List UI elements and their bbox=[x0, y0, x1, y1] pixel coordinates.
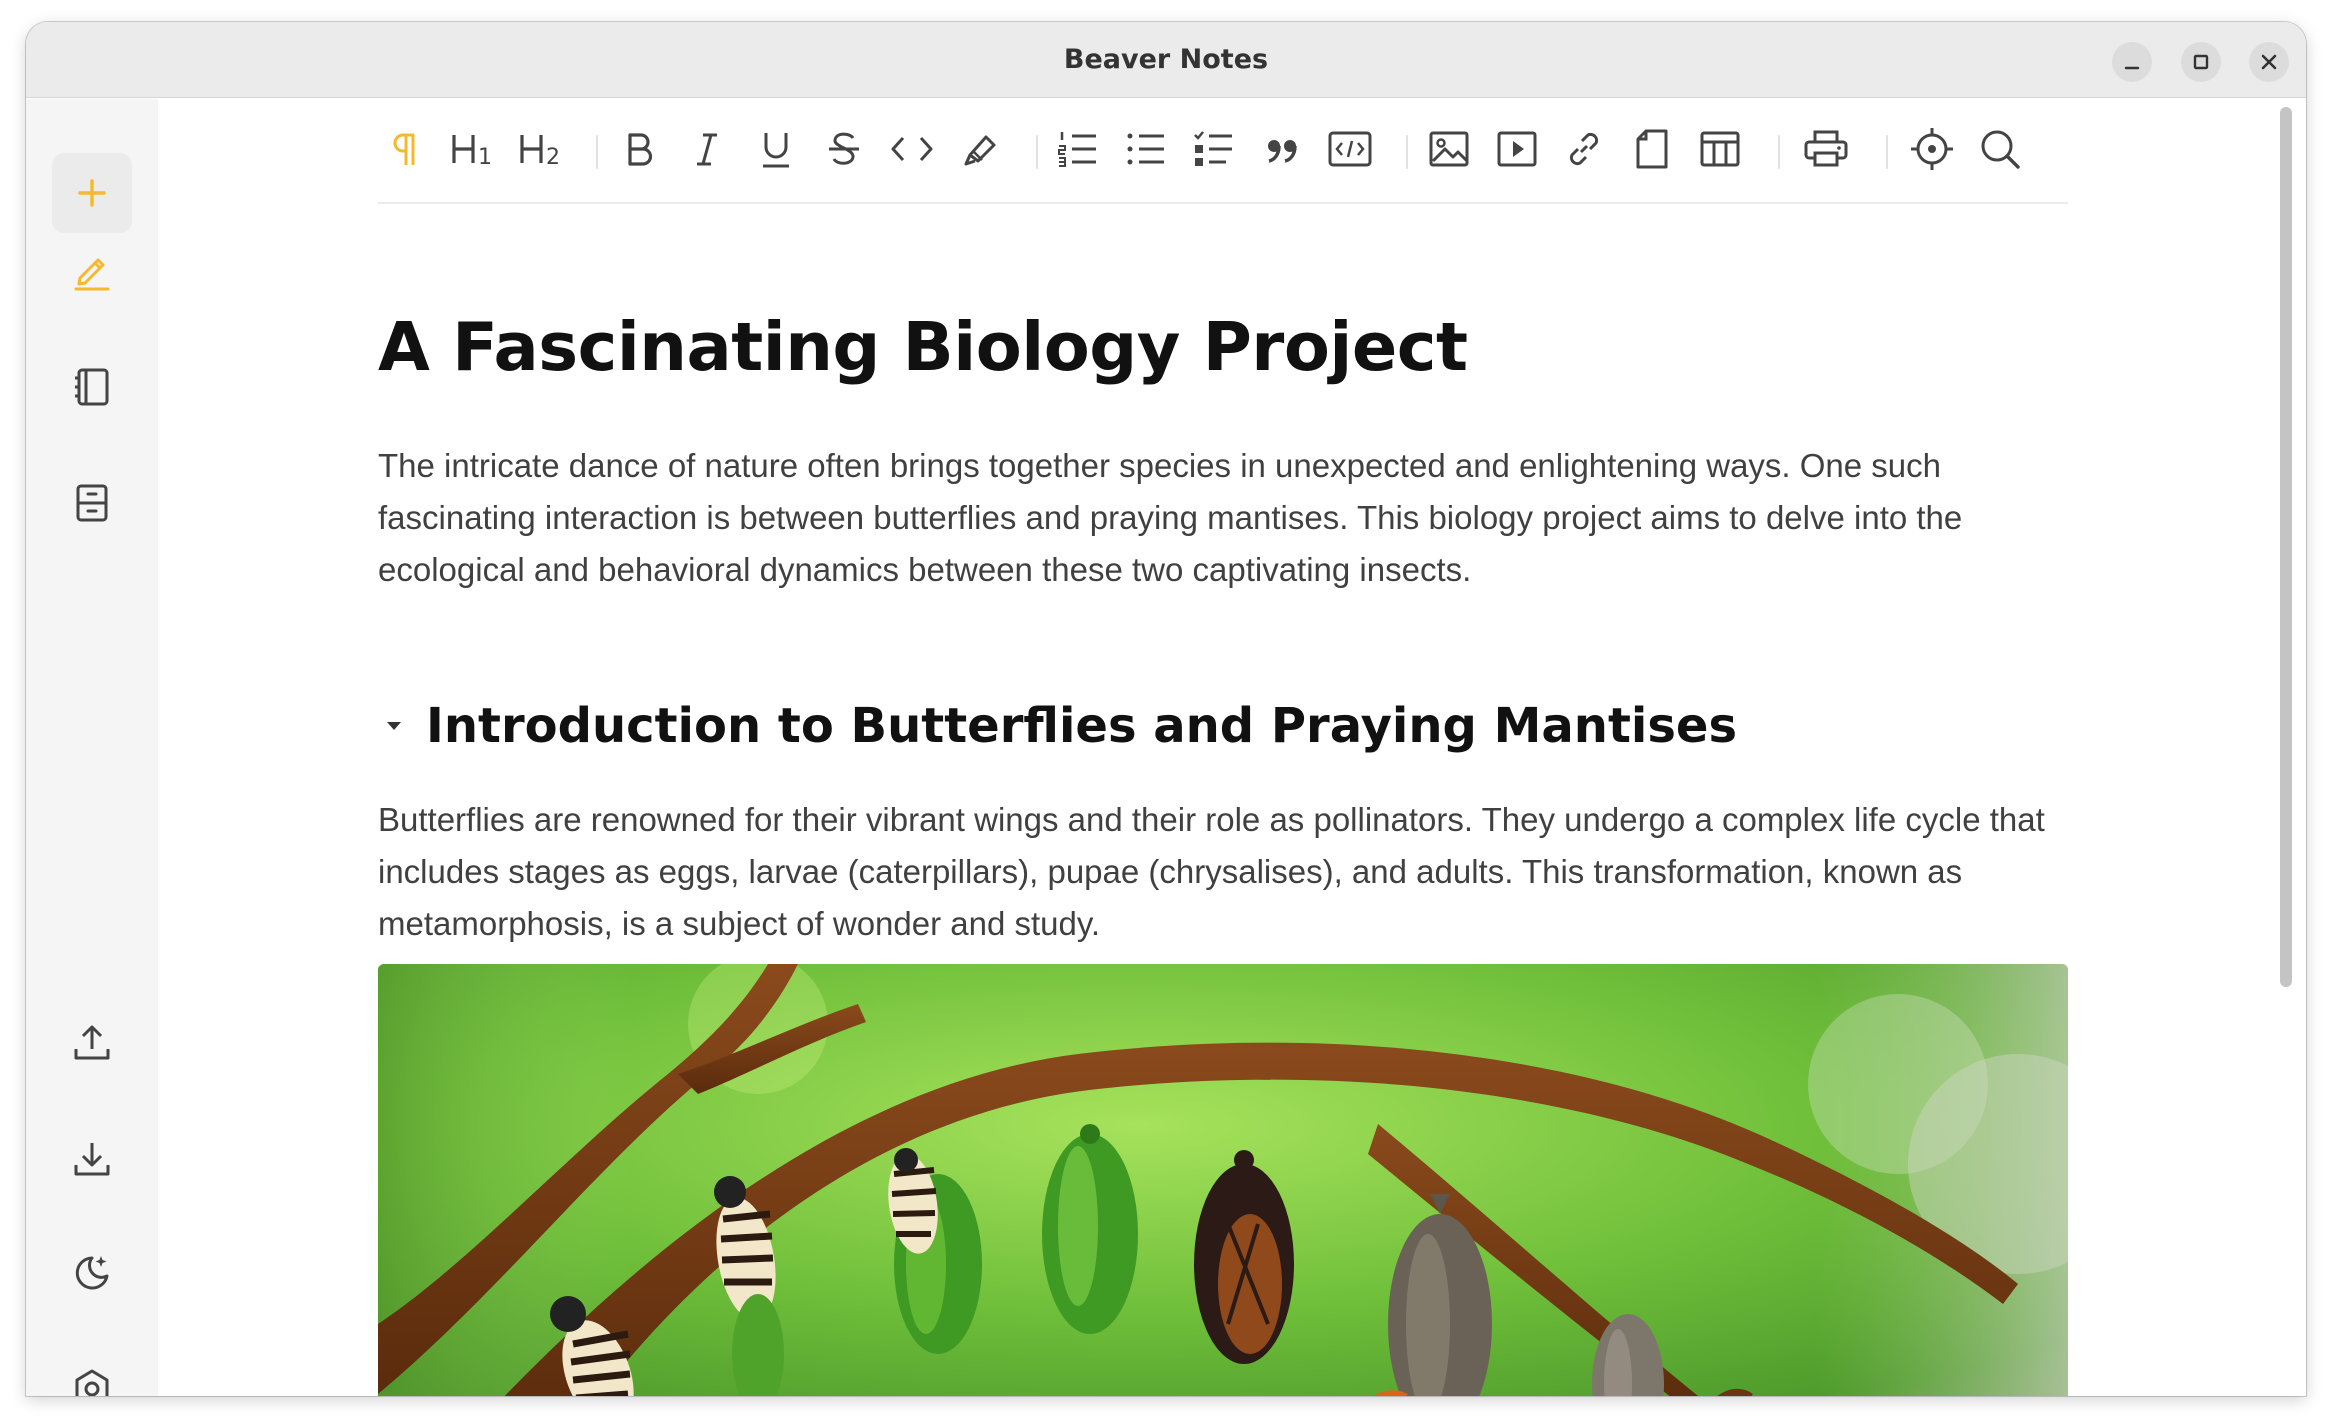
bullet-list-icon bbox=[1127, 133, 1164, 165]
scrollbar[interactable] bbox=[2280, 107, 2292, 987]
task-list-button[interactable] bbox=[1186, 121, 1242, 177]
image-icon bbox=[1429, 131, 1469, 167]
plus-icon bbox=[78, 179, 106, 207]
paragraph-button[interactable] bbox=[378, 121, 434, 177]
ordered-list-button[interactable] bbox=[1050, 121, 1106, 177]
caret-down-icon bbox=[387, 722, 401, 730]
download-icon bbox=[74, 1143, 110, 1176]
image-button[interactable] bbox=[1421, 121, 1477, 177]
new-note-button[interactable] bbox=[52, 153, 132, 233]
code-block-icon bbox=[1328, 131, 1372, 167]
underline-icon bbox=[763, 133, 789, 168]
search-icon bbox=[1981, 130, 2020, 169]
notebook-icon bbox=[75, 368, 109, 406]
app-window: Beaver Notes 1 2 A Fascinating Biology P… bbox=[26, 22, 2306, 1396]
intro-paragraph[interactable]: The intricate dance of nature often brin… bbox=[378, 440, 2068, 596]
toolbar-divider bbox=[596, 135, 598, 169]
code-icon bbox=[891, 136, 933, 162]
strikethrough-icon bbox=[829, 132, 859, 165]
maximize-button[interactable] bbox=[2181, 42, 2221, 82]
settings-button[interactable] bbox=[52, 1349, 132, 1396]
heading-1-icon: 1 bbox=[452, 135, 492, 170]
section-paragraph[interactable]: Butterflies are renowned for their vibra… bbox=[378, 794, 2068, 950]
print-button[interactable] bbox=[1798, 121, 1854, 177]
editor-area: 1 2 A Fascinating Biology Project The in… bbox=[158, 99, 2306, 1396]
toolbar-divider bbox=[1406, 135, 1408, 169]
quote-icon bbox=[1268, 140, 1297, 163]
search-button[interactable] bbox=[1972, 121, 2028, 177]
code-block-button[interactable] bbox=[1322, 121, 1378, 177]
heading-2-button[interactable]: 2 bbox=[514, 121, 570, 177]
code-button[interactable] bbox=[884, 121, 940, 177]
minimize-button[interactable] bbox=[2112, 42, 2152, 82]
table-button[interactable] bbox=[1692, 121, 1748, 177]
paragraph-icon bbox=[393, 133, 415, 165]
video-icon bbox=[1497, 131, 1537, 167]
titlebar: Beaver Notes bbox=[26, 22, 2306, 98]
printer-icon bbox=[1804, 130, 1848, 167]
minimize-icon bbox=[2124, 66, 2140, 70]
video-button[interactable] bbox=[1489, 121, 1545, 177]
strikethrough-button[interactable] bbox=[816, 121, 872, 177]
underline-button[interactable] bbox=[748, 121, 804, 177]
section-heading-row: Introduction to Butterflies and Praying … bbox=[378, 698, 1737, 754]
window-title: Beaver Notes bbox=[1063, 44, 1269, 75]
task-list-icon bbox=[1194, 131, 1232, 166]
italic-icon bbox=[697, 133, 717, 166]
export-button[interactable] bbox=[52, 1003, 132, 1083]
maximize-icon bbox=[2193, 54, 2209, 70]
collapse-heading-button[interactable] bbox=[378, 710, 410, 742]
archive-icon bbox=[76, 484, 108, 522]
import-button[interactable] bbox=[52, 1119, 132, 1199]
section-heading[interactable]: Introduction to Butterflies and Praying … bbox=[426, 698, 1737, 754]
heading-1-button[interactable]: 1 bbox=[446, 121, 502, 177]
close-button[interactable] bbox=[2249, 42, 2289, 82]
heading-2-icon: 2 bbox=[520, 135, 560, 170]
focus-mode-button[interactable] bbox=[1904, 121, 1960, 177]
bold-button[interactable] bbox=[611, 121, 667, 177]
moon-stars-icon bbox=[75, 1256, 109, 1290]
svg-text:1: 1 bbox=[478, 145, 492, 170]
crosshair-icon bbox=[1911, 128, 1953, 170]
formatting-toolbar: 1 2 bbox=[378, 99, 2068, 204]
upload-icon bbox=[74, 1025, 110, 1060]
link-button[interactable] bbox=[1556, 121, 1612, 177]
file-icon bbox=[1636, 129, 1668, 169]
close-icon bbox=[2261, 54, 2277, 70]
butterfly-lifecycle-image[interactable] bbox=[378, 964, 2068, 1396]
document-title[interactable]: A Fascinating Biology Project bbox=[378, 308, 1468, 386]
file-button[interactable] bbox=[1624, 121, 1680, 177]
highlight-button[interactable] bbox=[952, 121, 1008, 177]
dark-mode-button[interactable] bbox=[52, 1233, 132, 1313]
ordered-list-icon bbox=[1058, 132, 1096, 167]
sidebar bbox=[26, 99, 158, 1396]
settings-icon bbox=[75, 1369, 109, 1396]
toolbar-divider bbox=[1886, 135, 1888, 169]
table-icon bbox=[1700, 131, 1740, 167]
archive-button[interactable] bbox=[52, 463, 132, 543]
toolbar-divider bbox=[1036, 135, 1038, 169]
lifecycle-illustration bbox=[378, 964, 2068, 1396]
link-icon bbox=[1569, 132, 1599, 166]
pencil-icon bbox=[74, 258, 110, 291]
svg-text:2: 2 bbox=[546, 145, 560, 170]
blockquote-button[interactable] bbox=[1254, 121, 1310, 177]
bullet-list-button[interactable] bbox=[1118, 121, 1174, 177]
italic-button[interactable] bbox=[679, 121, 735, 177]
editor-button[interactable] bbox=[52, 230, 132, 310]
toolbar-divider bbox=[1778, 135, 1780, 169]
bold-icon bbox=[628, 133, 653, 166]
notebook-button[interactable] bbox=[52, 347, 132, 427]
highlighter-icon bbox=[964, 135, 996, 166]
